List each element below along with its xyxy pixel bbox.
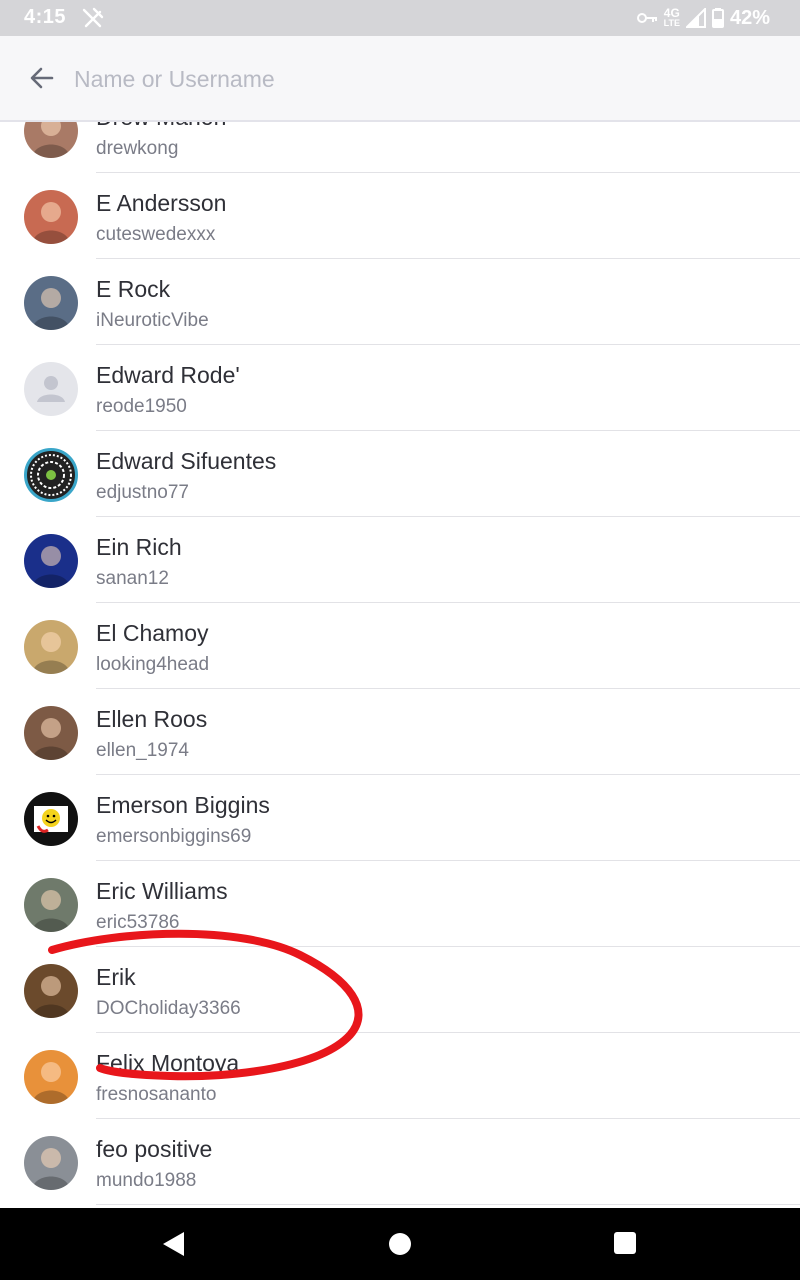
contact-row[interactable]: Felix Montoya fresnosananto <box>0 1033 800 1119</box>
contact-username: eric53786 <box>96 912 180 933</box>
contact-username: DOCholiday3366 <box>96 998 241 1019</box>
contact-username: sanan12 <box>96 568 169 589</box>
avatar <box>24 534 78 588</box>
contact-username: cuteswedexxx <box>96 224 216 245</box>
contact-name: Ellen Roos <box>96 706 208 732</box>
contact-row[interactable]: El Chamoy looking4head <box>0 603 800 689</box>
notification-off-icon <box>82 7 104 28</box>
contact-row[interactable]: E Andersson cuteswedexxx <box>0 173 800 259</box>
avatar <box>24 964 78 1018</box>
contact-name: feo positive <box>96 1136 213 1162</box>
contact-row[interactable]: Edward Sifuentes edjustno77 <box>0 431 800 517</box>
contact-row[interactable]: Drew Mahon drewkong <box>0 122 800 173</box>
contact-list[interactable]: Drew Mahon drewkong E Andersson cuteswedexx… <box>0 122 800 1208</box>
smiley-icon <box>24 792 78 846</box>
qr-code-icon <box>24 448 78 502</box>
battery-icon <box>711 8 724 28</box>
avatar <box>24 122 78 158</box>
contact-username: emersonbiggins69 <box>96 826 252 847</box>
contact-name: Edward Rode' <box>96 362 240 388</box>
search-header <box>0 36 800 122</box>
key-icon <box>636 13 657 23</box>
contact-name: El Chamoy <box>96 620 209 646</box>
contact-name: Eric Williams <box>96 878 228 904</box>
contact-row[interactable]: Edward Rode' reode1950 <box>0 345 800 431</box>
contact-username: edjustno77 <box>96 482 189 503</box>
avatar <box>24 190 78 244</box>
contact-name: Edward Sifuentes <box>96 448 277 474</box>
status-time: 4:15 <box>24 6 67 28</box>
avatar <box>24 620 78 674</box>
contact-row[interactable]: Ellen Roos ellen_1974 <box>0 689 800 775</box>
avatar <box>24 1136 78 1190</box>
back-arrow-icon[interactable] <box>26 62 58 94</box>
network-label: 4G <box>663 6 680 20</box>
contact-row[interactable]: E Rock iNeuroticVibe <box>0 259 800 345</box>
avatar <box>24 276 78 330</box>
contact-username: fresnosananto <box>96 1084 217 1105</box>
battery-percent: 42% <box>729 6 770 29</box>
nav-recent-apps-icon[interactable] <box>614 1232 636 1254</box>
avatar <box>24 878 78 932</box>
navigation-bar <box>0 1208 800 1280</box>
contact-name: Erik <box>96 964 136 990</box>
network-type: 4G LTE <box>663 6 680 28</box>
signal-icon <box>685 8 706 28</box>
network-sub-label: LTE <box>663 18 680 28</box>
nav-back-icon[interactable] <box>160 1230 188 1258</box>
contact-username: ellen_1974 <box>96 740 189 761</box>
contact-name: Emerson Biggins <box>96 792 270 818</box>
status-bar: 4:15 4G LTE 42% <box>0 0 800 36</box>
contact-name: E Andersson <box>96 190 227 216</box>
contact-name: E Rock <box>96 276 171 302</box>
contact-username: looking4head <box>96 654 210 675</box>
nav-home-icon[interactable] <box>389 1233 411 1255</box>
row-divider <box>96 1204 800 1205</box>
default-person-icon <box>24 362 78 416</box>
contact-row[interactable]: Ein Rich sanan12 <box>0 517 800 603</box>
contact-username: reode1950 <box>96 396 187 417</box>
contact-username: drewkong <box>96 138 179 159</box>
contact-row[interactable]: feo positive mundo1988 <box>0 1119 800 1205</box>
contact-username: iNeuroticVibe <box>96 310 209 331</box>
contact-row[interactable]: Emerson Biggins emersonbiggins69 <box>0 775 800 861</box>
contact-name: Ein Rich <box>96 534 182 560</box>
contact-row[interactable]: Erik DOCholiday3366 <box>0 947 800 1033</box>
avatar <box>24 1050 78 1104</box>
contact-name: Felix Montoya <box>96 1050 240 1076</box>
avatar <box>24 706 78 760</box>
contact-username: mundo1988 <box>96 1170 197 1191</box>
status-right: 4G LTE 42% <box>636 6 770 30</box>
contact-row[interactable]: Eric Williams eric53786 <box>0 861 800 947</box>
search-input[interactable] <box>72 58 756 100</box>
contact-name: Drew Mahon <box>96 122 226 131</box>
